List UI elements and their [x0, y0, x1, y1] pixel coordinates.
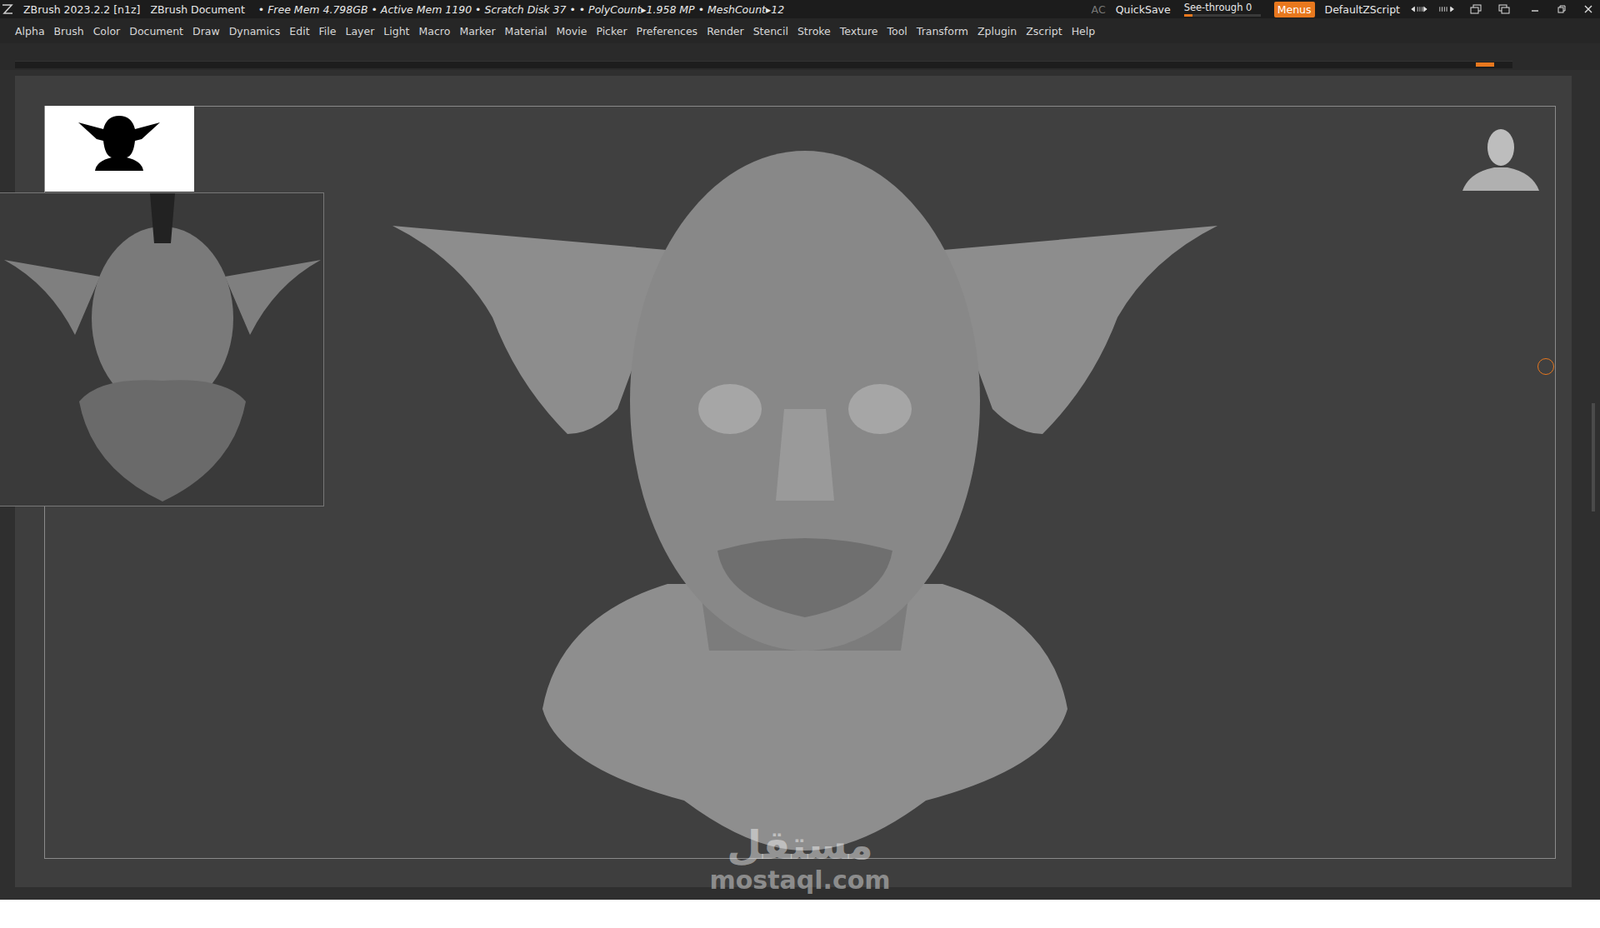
menu-item[interactable]: Picker — [595, 25, 627, 38]
menu-item[interactable]: Brush — [54, 25, 85, 38]
menu-item[interactable]: Zplugin — [977, 25, 1017, 38]
minimize-icon[interactable] — [1530, 4, 1540, 15]
watermark: مستقل mostaql.com — [704, 825, 896, 894]
restore-icon[interactable] — [1556, 4, 1567, 15]
menus-toggle[interactable]: Menus — [1274, 1, 1315, 18]
menu-item[interactable]: Preferences — [636, 25, 699, 38]
menu-item[interactable]: File — [319, 25, 337, 38]
brush-cursor — [1537, 358, 1555, 375]
menu-item[interactable]: Dynamics — [229, 25, 281, 38]
menu-item[interactable]: Light — [383, 25, 410, 38]
document-title: ZBrush Document — [150, 3, 245, 16]
zbrush-logo-icon — [1, 3, 14, 15]
menu-item[interactable]: Zscript — [1025, 25, 1062, 38]
menu-item[interactable]: Material — [505, 25, 548, 38]
menu-item[interactable]: Texture — [840, 25, 879, 38]
tool-strip — [0, 43, 1600, 70]
menu-item[interactable]: Edit — [289, 25, 310, 38]
quicksave-button[interactable]: QuickSave — [1115, 3, 1171, 16]
menu-bar: Alpha Brush Color Document Draw Dynamics Edit F… — [0, 18, 1600, 44]
reference-image — [0, 192, 325, 507]
footer — [0, 900, 1600, 928]
title-bar: ZBrush 2023.2.2 [n1z] ZBrush Document • … — [0, 0, 1600, 19]
menu-item[interactable]: Stencil — [753, 25, 789, 38]
close-icon[interactable] — [1583, 4, 1594, 15]
sculpt-model[interactable] — [392, 134, 1218, 851]
menu-item[interactable]: Help — [1071, 25, 1096, 38]
window-layout-icon[interactable] — [1466, 4, 1485, 15]
menu-item[interactable]: Tool — [887, 25, 908, 38]
menu-item[interactable]: Render — [706, 25, 745, 38]
menu-item[interactable]: Stroke — [797, 25, 831, 38]
memory-stats: • Free Mem 4.798GB • Active Mem 1190 • S… — [258, 3, 785, 16]
zscript-button[interactable]: DefaultZScript — [1325, 3, 1401, 16]
menu-item[interactable]: Movie — [555, 25, 587, 38]
silhouette-icon — [45, 105, 195, 192]
menu-item[interactable]: Document — [129, 25, 184, 38]
zbrush-window: ZBrush 2023.2.2 [n1z] ZBrush Document • … — [0, 0, 1600, 928]
see-through-slider[interactable]: See-through 0 — [1180, 2, 1265, 17]
layout-arrows-icon[interactable] — [1438, 4, 1457, 15]
right-scrollbar[interactable] — [1591, 403, 1595, 512]
ac-button[interactable]: AC — [1091, 3, 1106, 16]
menu-item[interactable]: Alpha — [15, 25, 45, 38]
navigation-head-thumbnail[interactable] — [1460, 124, 1541, 194]
workspace — [0, 70, 1600, 900]
watermark-latin: mostaql.com — [709, 868, 890, 894]
menu-item[interactable]: Transform — [916, 25, 969, 38]
menu-item[interactable]: Macro — [419, 25, 451, 38]
window-swap-icon[interactable] — [1495, 4, 1514, 15]
shelf-bar — [15, 60, 1513, 69]
shelf-marker — [1475, 62, 1495, 67]
menu-item[interactable]: Marker — [459, 25, 495, 38]
see-through-label: See-through 0 — [1184, 2, 1253, 14]
watermark-arabic: مستقل — [726, 825, 874, 865]
menu-item[interactable]: Draw — [192, 25, 220, 38]
silhouette-preview — [45, 105, 195, 192]
menu-item[interactable]: Layer — [345, 25, 375, 38]
app-title: ZBrush 2023.2.2 [n1z] — [23, 3, 140, 16]
see-through-track — [1184, 14, 1261, 17]
tray-arrows-icon[interactable] — [1410, 4, 1429, 15]
menu-item[interactable]: Color — [93, 25, 121, 38]
